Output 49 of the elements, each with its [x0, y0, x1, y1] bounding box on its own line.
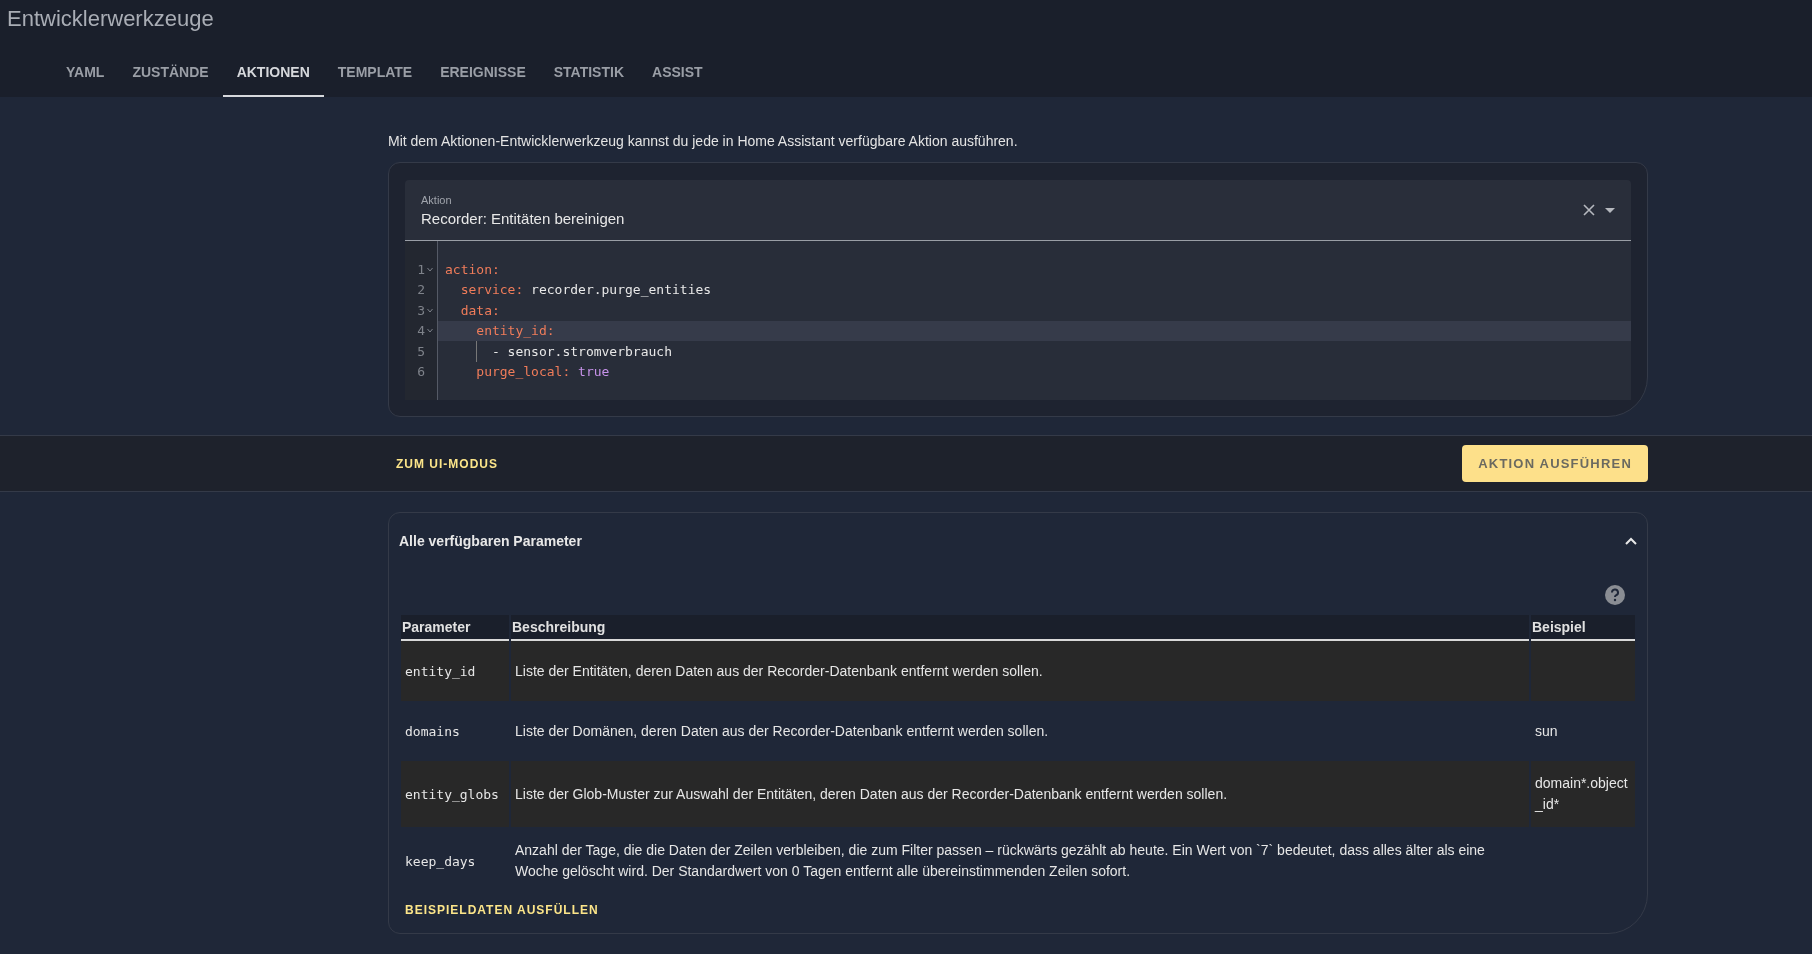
line-number: 4 [417, 323, 425, 339]
tab[interactable]: AKTIONEN [222, 40, 324, 97]
tab[interactable]: TEMPLATE [323, 40, 427, 97]
line-number: 2 [417, 282, 425, 298]
fold-chevron-icon[interactable] [427, 307, 433, 313]
page-title: Entwicklerwerkzeuge [6, 5, 215, 33]
example-cell: domain*.object_id* [1531, 761, 1635, 827]
description-cell-text: Anzahl der Tage, die die Daten der Zeilen verbleiben, die zum Filter passen – rückwärts gezählt ab heute. Ein Wert von `7` bedeutet, dass alles älter als eine Woche gelöscht wird. Der Standardwert von 0 Tagen entfernt alle übereinstimmenden Zeilen sofort. [514, 841, 1486, 881]
code-line: action: [445, 261, 500, 277]
fold-chevron-icon[interactable] [427, 266, 433, 272]
parameter-cell: entity_id [401, 641, 509, 701]
code-line: entity_id: [475, 323, 555, 339]
field-value: Recorder: Entitäten bereinigen [421, 209, 626, 227]
field-label: Aktion [421, 193, 453, 206]
description-cell: Liste der Glob-Muster zur Auswahl der Entitäten, deren Daten aus der Recorder-Datenbank entfernt werden sollen. [511, 761, 1529, 827]
parameters-title: Alle verfügbaren Parameter [399, 533, 582, 549]
line-number: 5 [417, 343, 425, 359]
example-cell-text: sun [1534, 721, 1559, 741]
fill-example-button[interactable]: BEISPIELDATEN AUSFÜLLEN [399, 895, 605, 925]
dropdown-caret-icon[interactable] [1605, 207, 1615, 213]
code-editor[interactable]: 1 2 3 4 5 6 action: service: recorder.purge_entities data: entity_id: - sensor.stromverbrauch purge_local: true [405, 241, 1631, 400]
code-line: service: recorder.purge_entities [459, 282, 712, 298]
parameter-cell: entity_globs [401, 761, 509, 827]
fold-chevron-icon[interactable] [427, 328, 433, 334]
tab[interactable]: YAML [52, 40, 119, 97]
code-line: - sensor.stromverbrauch [490, 343, 672, 359]
parameter-cell-text: domains [404, 722, 461, 741]
code-line: data: [459, 302, 500, 318]
parameter-cell-text: keep_days [404, 852, 477, 871]
clear-icon[interactable] [1583, 204, 1595, 216]
column-header: Beschreibung [511, 615, 1529, 641]
action-select-field[interactable]: Aktion Recorder: Entitäten bereinigen [405, 180, 1631, 241]
line-number: 1 [417, 261, 425, 277]
tab[interactable]: STATISTIK [539, 40, 638, 97]
line-number: 6 [417, 364, 425, 380]
tab[interactable]: ZUSTÄNDE [118, 40, 223, 97]
description-cell-text: Liste der Domänen, deren Daten aus der Recorder-Datenbank entfernt werden sollen. [514, 721, 1050, 741]
description-cell: Liste der Entitäten, deren Daten aus der Recorder-Datenbank entfernt werden sollen. [511, 641, 1529, 701]
code-line: purge_local: true [475, 364, 610, 380]
help-icon[interactable] [1605, 585, 1625, 605]
tab[interactable]: ASSIST [638, 40, 717, 97]
collapse-chevron-icon[interactable] [1625, 537, 1637, 545]
ui-mode-link[interactable]: ZUM UI-MODUS [388, 448, 506, 479]
intro-text: Mit dem Aktionen-Entwicklerwerkzeug kannst du jede in Home Assistant verfügbare Aktion ausführen. [388, 132, 1019, 151]
line-number: 3 [417, 302, 425, 318]
column-header: Beispiel [1531, 615, 1635, 641]
column-header: Parameter [401, 615, 509, 641]
tab[interactable]: EREIGNISSE [426, 40, 540, 97]
run-action-button[interactable]: AKTION AUSFÜHREN [1462, 445, 1648, 482]
